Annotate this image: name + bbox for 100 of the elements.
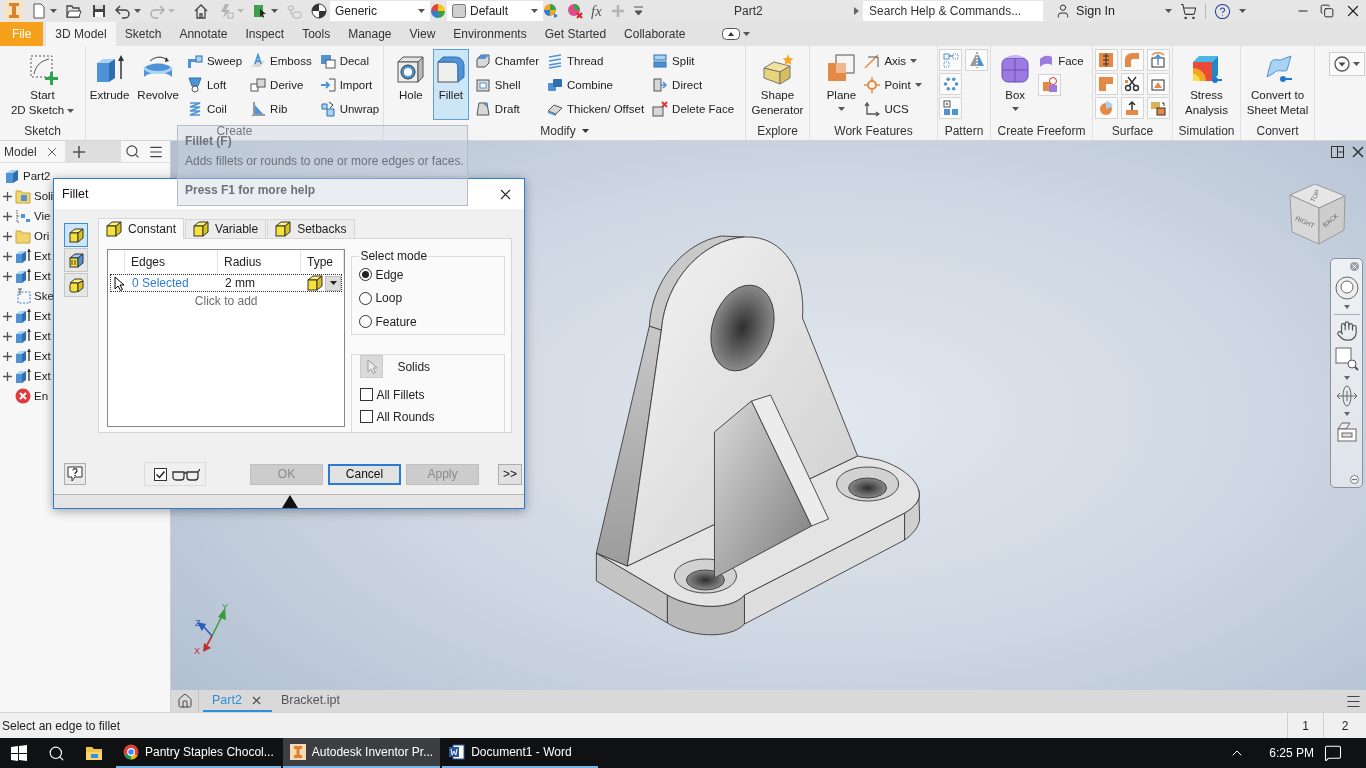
taskbar-app-button[interactable]: Document1 - Word [442,738,599,768]
surface-tool-button[interactable] [1094,49,1118,71]
ribbon-tab[interactable]: Tools [293,22,340,46]
tree-item[interactable]: Ext [0,366,51,386]
checkbox-option[interactable]: All Rounds [360,405,435,428]
dialog-button[interactable]: Cancel [328,463,401,485]
tree-item[interactable]: Ext [0,306,51,326]
caret-icon[interactable] [1239,9,1246,13]
ribbon-tool-button[interactable]: Unwrap [317,97,382,121]
ribbon-tool-button[interactable]: Thread [544,49,647,73]
caret-icon[interactable] [1343,305,1350,309]
ribbon-tool-button[interactable]: Thicken/ Offset [544,97,647,121]
zoom-window-icon[interactable] [1334,347,1359,371]
surface-tool-button[interactable] [1120,73,1144,95]
fillet-mode-button[interactable] [64,273,88,297]
save-icon[interactable] [91,3,107,19]
look-at-face-icon[interactable] [1335,421,1358,443]
pattern-tool-button[interactable] [939,73,962,95]
dialog-tab[interactable]: Variable [185,219,267,238]
formula-button[interactable]: fx [591,2,602,20]
ribbon-tab[interactable]: Sketch [115,22,171,46]
caret-icon[interactable] [1343,412,1350,416]
caret-icon[interactable] [134,9,141,13]
ribbon-tool-button[interactable]: Stress Analysis [1183,49,1230,120]
caret-icon[interactable] [1343,376,1350,380]
dialog-tab[interactable]: Setbacks [267,219,355,238]
appearance-dropdown[interactable]: Default [447,1,543,21]
ribbon-tool-button[interactable]: Convert to Sheet Metal [1244,49,1311,120]
ribbon-tab[interactable]: Annotate [170,22,237,46]
surface-tool-button[interactable] [1146,97,1170,119]
ribbon-tool-button[interactable]: Draft [472,97,541,121]
search-icon[interactable] [47,744,65,762]
ribbon-tab[interactable]: View [400,22,445,46]
notification-icon[interactable] [1324,744,1342,762]
ribbon-tool-button[interactable]: Direct [650,73,737,97]
help-icon[interactable] [1214,2,1231,20]
close-icon[interactable] [1352,146,1364,158]
caret-icon[interactable] [743,32,751,36]
ribbon-tool-button[interactable]: Coil [184,97,245,121]
add-row-hint[interactable]: Click to add [194,294,258,308]
split-view-icon[interactable] [1331,146,1344,158]
caret-icon[interactable] [1165,9,1172,13]
ribbon-tab[interactable]: Collaborate [615,22,695,46]
restore-icon[interactable] [1320,4,1334,18]
steering-wheel-icon[interactable] [1334,276,1359,300]
ribbon-tool-button[interactable]: UCS [862,97,924,121]
ribbon-tab[interactable]: Inspect [236,22,294,46]
checkered-ball-icon[interactable] [311,3,327,19]
fillet-mode-button[interactable] [64,223,88,247]
ribbon-tool-button[interactable]: Face [1036,49,1086,73]
document-tab[interactable]: Bracket.ipt [271,690,349,712]
fillet-mode-button[interactable] [64,248,88,272]
radio-icon[interactable] [359,268,373,282]
ribbon-tool-button[interactable]: Extrude [87,49,132,120]
ribbon-tool-button[interactable]: Hole [392,49,429,120]
tree-item[interactable]: Ext [0,326,51,346]
material-dropdown[interactable]: Generic [330,1,430,21]
tree-item[interactable]: Ske [0,286,54,306]
hand-icon[interactable] [1335,320,1358,342]
surface-tool-button[interactable] [1120,97,1144,119]
ribbon-tool-button[interactable]: Start 2D Sketch [8,49,77,120]
table-row[interactable]: 0 Selected 2 mm [110,274,343,292]
ribbon-tool-button[interactable]: Combine [544,73,647,97]
ribbon-tool-button[interactable]: Emboss [248,49,314,73]
radio-icon[interactable] [359,315,373,329]
home-icon[interactable] [193,3,209,19]
caret-icon[interactable] [271,9,278,13]
pattern-tool-button[interactable] [939,97,962,119]
ribbon-tool-button[interactable]: Delete Face [650,97,737,121]
checkbox-icon[interactable] [360,410,374,423]
ribbon-tab[interactable]: 3D Model [46,22,116,46]
radio-icon[interactable] [359,291,373,305]
edges-cell[interactable]: 0 Selected [127,275,220,291]
ribbon-tool-button[interactable]: Decal [317,49,382,73]
tree-item[interactable]: Soli [0,186,54,206]
ribbon-tab[interactable]: Manage [339,22,401,46]
customize-menu-icon[interactable] [633,6,643,16]
ribbon-tool-button[interactable]: Split [650,49,737,73]
more-options-button[interactable]: >> [498,463,522,485]
tree-item[interactable]: En [0,386,49,406]
radio-option[interactable]: Edge [359,263,404,287]
tree-item[interactable]: Part2 [0,166,51,186]
search-field[interactable]: Search Help & Commands... [863,1,1044,21]
sign-in-button[interactable]: Sign In [1055,3,1115,19]
checkbox-icon[interactable] [154,467,167,481]
ribbon-tool-button[interactable]: Point [862,73,924,97]
plus-icon[interactable] [72,145,85,158]
panel-toggle-icon[interactable] [722,28,741,40]
ribbon-tool-button[interactable]: Loft [184,73,245,97]
ribbon-tool-button[interactable]: Import [317,73,382,97]
new-file-icon[interactable] [31,3,47,19]
ribbon-tool-button[interactable]: Plane [823,49,860,120]
ribbon-tool-button[interactable]: Derive [248,73,314,97]
color-wheel-icon[interactable] [430,3,446,19]
folder-icon[interactable] [85,744,103,762]
ribbon-options-button[interactable] [1329,52,1365,76]
orbit-icon[interactable] [1335,385,1358,407]
taskbar-app-button[interactable]: Pantry Staples Chocol... [116,738,281,768]
ribbon-tool-button[interactable]: Rib [248,97,314,121]
ribbon-tool-button[interactable]: Axis [862,49,924,73]
